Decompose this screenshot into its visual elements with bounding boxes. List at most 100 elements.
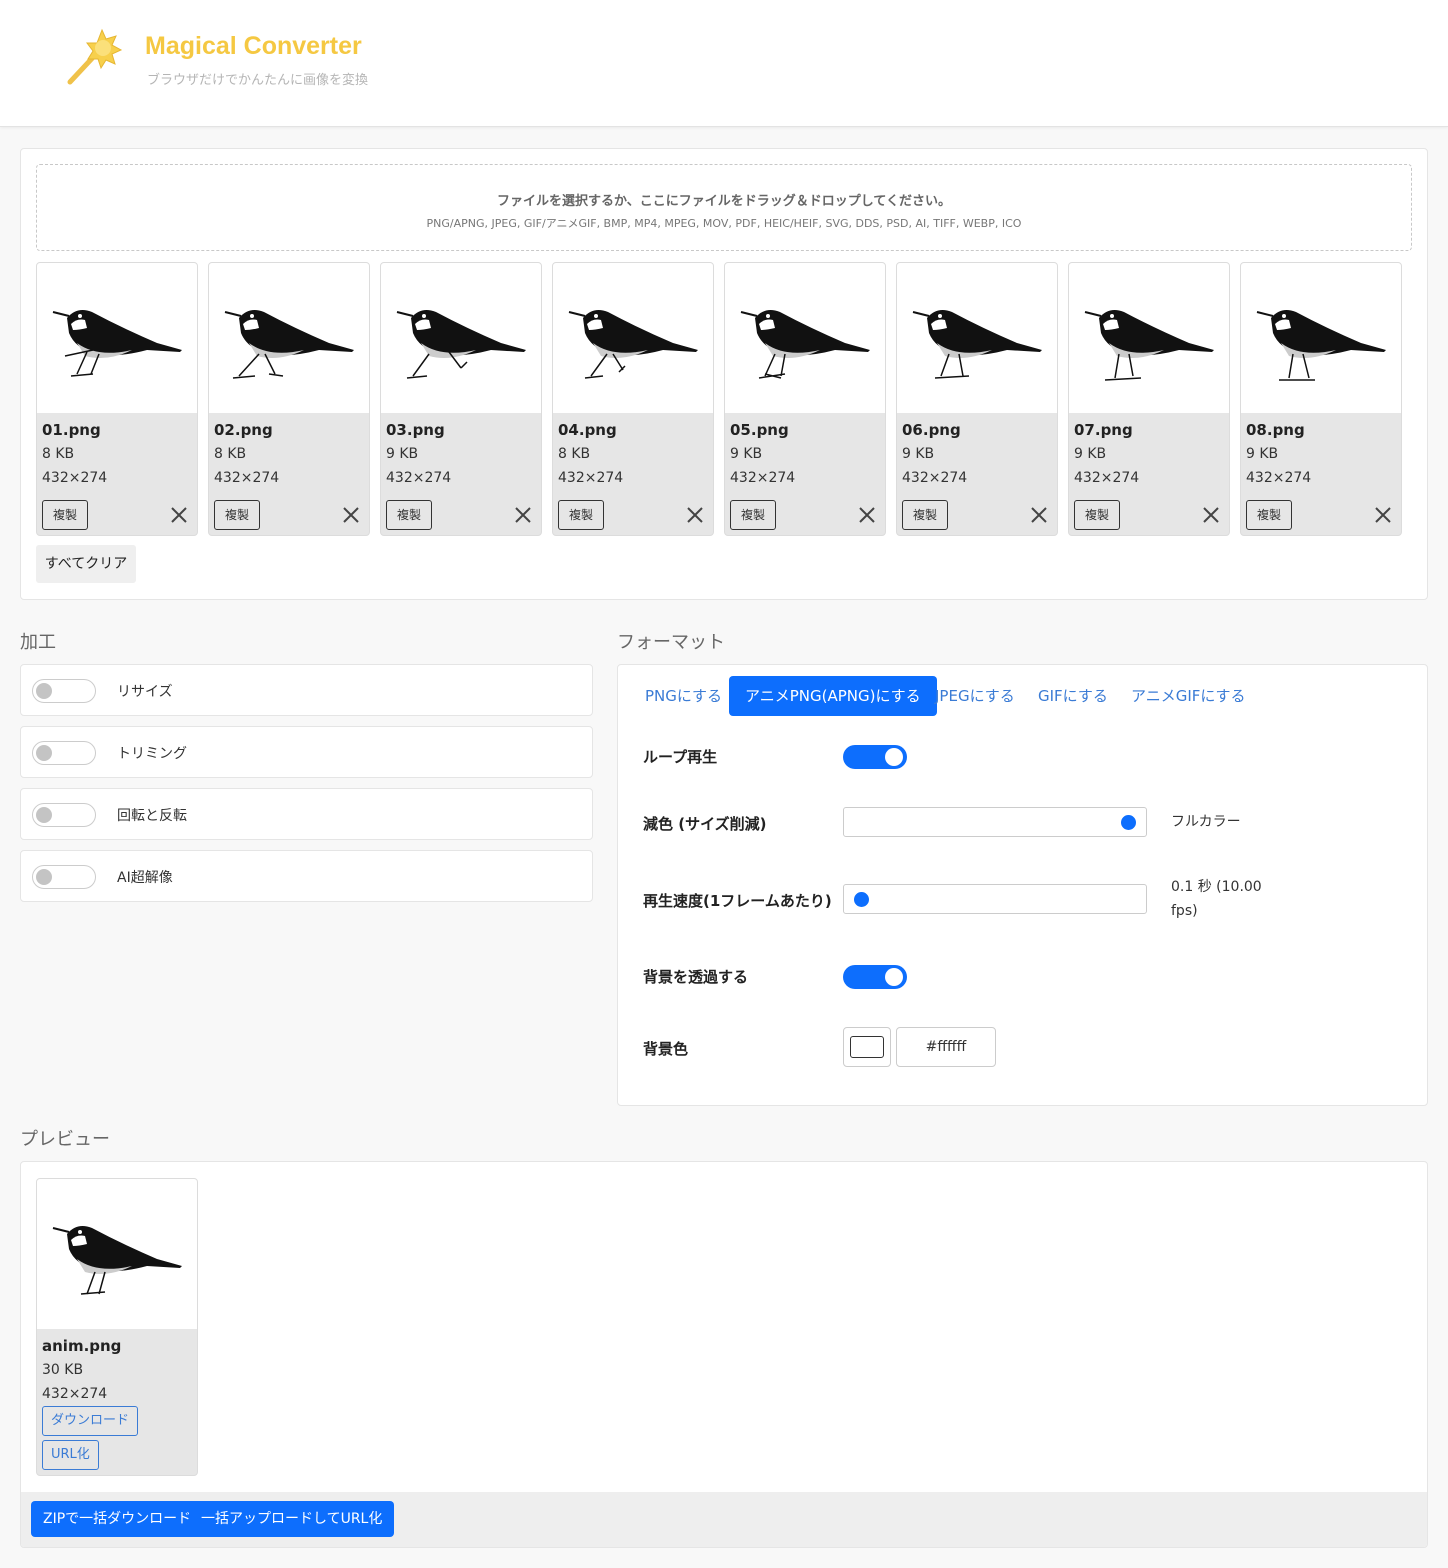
file-dimensions: 432×274 bbox=[214, 470, 280, 486]
close-icon[interactable] bbox=[857, 505, 877, 525]
rotate-toggle[interactable] bbox=[32, 803, 96, 827]
slider-thumb[interactable] bbox=[854, 892, 869, 907]
file-dropzone[interactable]: ファイルを選択するか、ここにファイルをドラッグ＆ドロップしてください。 PNG/… bbox=[36, 164, 1412, 251]
preview-card: anim.png 30 KB 432×274 ダウンロード URL化 bbox=[36, 1178, 198, 1476]
tab-apng[interactable]: アニメPNG(APNG)にする bbox=[729, 676, 937, 716]
upload-panel: ファイルを選択するか、ここにファイルをドラッグ＆ドロップしてください。 PNG/… bbox=[20, 148, 1428, 600]
magic-wand-icon bbox=[67, 28, 123, 85]
file-name: 08.png bbox=[1246, 421, 1305, 439]
ai-upscale-toggle[interactable] bbox=[32, 865, 96, 889]
duplicate-button[interactable]: 複製 bbox=[558, 500, 604, 530]
bg-color-label: 背景色 bbox=[643, 1040, 689, 1058]
file-size: 9 KB bbox=[902, 446, 935, 462]
bg-color-picker[interactable] bbox=[843, 1027, 891, 1067]
file-dimensions: 432×274 bbox=[730, 470, 796, 486]
transparent-label: 背景を透過する bbox=[643, 968, 749, 986]
file-card: 05.png 9 KB 432×274 複製 bbox=[724, 262, 886, 536]
close-icon[interactable] bbox=[169, 505, 189, 525]
app-subtitle: ブラウザだけでかんたんに画像を変換 bbox=[147, 73, 369, 88]
option-resize: リサイズ bbox=[20, 664, 593, 716]
close-icon[interactable] bbox=[685, 505, 705, 525]
dropzone-instructions: ファイルを選択するか、ここにファイルをドラッグ＆ドロップしてください。 bbox=[497, 194, 951, 209]
file-size: 9 KB bbox=[1246, 446, 1279, 462]
file-size: 9 KB bbox=[386, 446, 419, 462]
close-icon[interactable] bbox=[1201, 505, 1221, 525]
close-icon[interactable] bbox=[1029, 505, 1049, 525]
tab-animated-gif[interactable]: アニメGIFにする bbox=[1115, 676, 1262, 716]
close-icon[interactable] bbox=[513, 505, 533, 525]
speed-slider[interactable] bbox=[843, 884, 1147, 914]
option-ai-upscale: AI超解像 bbox=[20, 850, 593, 902]
option-label: 回転と反転 bbox=[117, 808, 187, 824]
file-dimensions: 432×274 bbox=[42, 470, 108, 486]
duplicate-button[interactable]: 複製 bbox=[1074, 500, 1120, 530]
file-card: 04.png 8 KB 432×274 複製 bbox=[552, 262, 714, 536]
tab-jpeg[interactable]: JPEGにする bbox=[919, 676, 1031, 716]
transparent-toggle[interactable] bbox=[843, 965, 907, 989]
preview-heading: プレビュー bbox=[20, 1129, 110, 1150]
file-size: 8 KB bbox=[42, 446, 75, 462]
duplicate-button[interactable]: 複製 bbox=[902, 500, 948, 530]
loop-label: ループ再生 bbox=[643, 748, 718, 766]
trim-toggle[interactable] bbox=[32, 741, 96, 765]
file-name: 06.png bbox=[902, 421, 961, 439]
duplicate-button[interactable]: 複製 bbox=[730, 500, 776, 530]
speed-label: 再生速度(1フレームあたり) bbox=[643, 892, 832, 910]
file-name: 05.png bbox=[730, 421, 789, 439]
color-reduce-value: フルカラー bbox=[1171, 814, 1241, 830]
option-label: リサイズ bbox=[117, 684, 173, 700]
file-name: 01.png bbox=[42, 421, 101, 439]
bird-thumbnail bbox=[396, 310, 526, 379]
color-reduce-label: 減色 (サイズ削減) bbox=[643, 815, 767, 833]
duplicate-button[interactable]: 複製 bbox=[386, 500, 432, 530]
option-trim: トリミング bbox=[20, 726, 593, 778]
download-button[interactable]: ダウンロード bbox=[42, 1406, 139, 1436]
bird-thumbnail bbox=[568, 310, 698, 379]
duplicate-button[interactable]: 複製 bbox=[214, 500, 260, 530]
tab-png[interactable]: PNGにする bbox=[629, 676, 738, 716]
file-thumbnail bbox=[209, 263, 369, 413]
app-title: Magical Converter bbox=[145, 32, 362, 60]
speed-value: 0.1 秒 (10.00 fps) bbox=[1171, 875, 1262, 923]
file-thumbnail bbox=[1069, 263, 1229, 413]
file-name: 07.png bbox=[1074, 421, 1133, 439]
slider-thumb[interactable] bbox=[1121, 815, 1136, 830]
speed-value-line: fps) bbox=[1171, 903, 1198, 919]
loop-toggle[interactable] bbox=[843, 745, 907, 769]
option-label: トリミング bbox=[117, 746, 187, 762]
file-thumbnail bbox=[37, 263, 197, 413]
file-card: 02.png 8 KB 432×274 複製 bbox=[208, 262, 370, 536]
close-icon[interactable] bbox=[341, 505, 361, 525]
format-panel: PNGにする アニメPNG(APNG)にする JPEGにする GIFにする アニ… bbox=[617, 664, 1428, 1106]
close-icon[interactable] bbox=[1373, 505, 1393, 525]
duplicate-button[interactable]: 複製 bbox=[1246, 500, 1292, 530]
file-thumbnail bbox=[725, 263, 885, 413]
supported-formats: PNG/APNG, JPEG, GIF/アニメGIF, BMP, MP4, MP… bbox=[426, 217, 1022, 230]
bird-thumbnail bbox=[740, 310, 870, 379]
file-name: 03.png bbox=[386, 421, 445, 439]
file-name: 04.png bbox=[558, 421, 617, 439]
format-heading: フォーマット bbox=[617, 632, 725, 653]
zip-download-button[interactable]: ZIPで一括ダウンロード bbox=[31, 1501, 204, 1537]
file-size: 9 KB bbox=[1074, 446, 1107, 462]
preview-file-size: 30 KB bbox=[42, 1362, 84, 1378]
duplicate-button[interactable]: 複製 bbox=[42, 500, 88, 530]
file-thumbnail bbox=[897, 263, 1057, 413]
bird-thumbnail bbox=[52, 1226, 182, 1295]
color-reduce-slider[interactable] bbox=[843, 807, 1147, 837]
file-card: 01.png 8 KB 432×274 複製 bbox=[36, 262, 198, 536]
bird-thumbnail bbox=[1256, 310, 1386, 381]
file-dimensions: 432×274 bbox=[902, 470, 968, 486]
preview-file-dims: 432×274 bbox=[42, 1386, 108, 1402]
url-button[interactable]: URL化 bbox=[42, 1440, 99, 1470]
bird-thumbnail bbox=[52, 310, 182, 377]
resize-toggle[interactable] bbox=[32, 679, 96, 703]
bg-color-input[interactable]: #ffffff bbox=[896, 1027, 996, 1067]
clear-all-button[interactable]: すべてクリア bbox=[36, 545, 136, 583]
bulk-upload-url-button[interactable]: 一括アップロードしてURL化 bbox=[189, 1501, 395, 1537]
bird-thumbnail bbox=[224, 310, 354, 379]
tab-gif[interactable]: GIFにする bbox=[1022, 676, 1124, 716]
option-label: AI超解像 bbox=[117, 870, 173, 886]
preview-panel: anim.png 30 KB 432×274 ダウンロード URL化 ZIPで一… bbox=[20, 1161, 1428, 1548]
file-size: 8 KB bbox=[214, 446, 247, 462]
